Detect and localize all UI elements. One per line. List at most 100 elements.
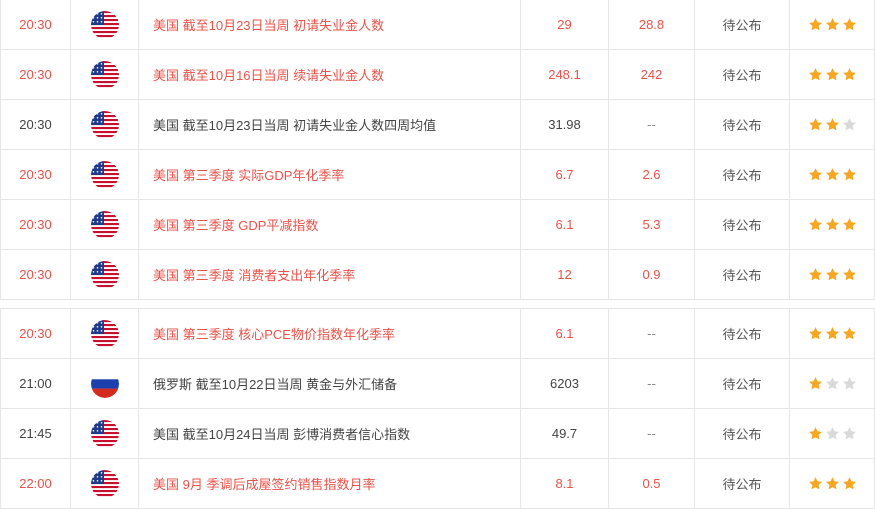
table-row[interactable]: 20:30 美国 截至10月16日当周 续请失业金人数 248.1 242 待公… [1,50,874,100]
importance-cell [790,0,874,49]
event-title[interactable]: 美国 截至10月23日当周 初请失业金人数 [153,15,384,34]
importance-stars [808,476,857,491]
forecast-cell: 待公布 [695,200,790,249]
forecast-cell: 待公布 [695,359,790,408]
flag-cell [71,0,139,49]
us-flag-icon [90,160,119,189]
star-empty-icon [825,427,839,440]
time-cell: 20:30 [1,150,71,199]
calendar-table-top: 20:30 美国 截至10月23日当周 初请失业金人数 29 28.8 待公布 … [0,0,875,300]
table-row[interactable]: 20:30 美国 截至10月23日当周 初请失业金人数四周均值 31.98 --… [1,100,874,150]
star-empty-icon [825,377,839,390]
star-filled-icon [808,218,822,231]
event-title[interactable]: 美国 第三季度 GDP平减指数 [153,215,318,234]
time-cell: 20:30 [1,309,71,358]
forecast-value: 待公布 [722,68,762,83]
table-row[interactable]: 20:30 美国 截至10月23日当周 初请失业金人数 29 28.8 待公布 [1,0,874,50]
importance-stars [808,217,857,232]
table-row[interactable]: 20:30 美国 第三季度 消费者支出年化季率 12 0.9 待公布 [1,250,874,300]
event-time: 20:30 [19,167,52,182]
event-cell[interactable]: 俄罗斯 截至10月22日当周 黄金与外汇储备 [139,359,521,408]
event-title[interactable]: 俄罗斯 截至10月22日当周 黄金与外汇储备 [153,374,397,393]
event-cell[interactable]: 美国 9月 季调后成屋签约销售指数月率 [139,459,521,508]
table-row[interactable]: 20:30 美国 第三季度 核心PCE物价指数年化季率 6.1 -- 待公布 [1,309,874,359]
actual-cell: 49.7 [521,409,609,458]
star-filled-icon [808,168,822,181]
previous-cell: 2.6 [609,150,695,199]
actual-cell: 6.1 [521,309,609,358]
previous-value: -- [647,426,656,441]
table-row[interactable]: 20:30 美国 第三季度 GDP平减指数 6.1 5.3 待公布 [1,200,874,250]
event-title[interactable]: 美国 第三季度 核心PCE物价指数年化季率 [153,324,395,343]
importance-cell [790,250,874,299]
flag-cell [71,409,139,458]
actual-value: 6.1 [555,217,574,232]
flag-cell [71,150,139,199]
us-flag-icon [90,60,119,89]
flag-cell [71,50,139,99]
event-cell[interactable]: 美国 截至10月23日当周 初请失业金人数四周均值 [139,100,521,149]
flag-cell [71,250,139,299]
actual-cell: 8.1 [521,459,609,508]
us-flag-icon [90,110,119,139]
event-cell[interactable]: 美国 第三季度 GDP平减指数 [139,200,521,249]
star-filled-icon [808,18,822,31]
table-row[interactable]: 21:00 俄罗斯 截至10月22日当周 黄金与外汇储备 6203 -- 待公布 [1,359,874,409]
forecast-value: 待公布 [722,18,762,33]
table-row[interactable]: 20:30 美国 第三季度 实际GDP年化季率 6.7 2.6 待公布 [1,150,874,200]
actual-value: 6.7 [555,167,574,182]
star-filled-icon [842,477,856,490]
flag-cell [71,359,139,408]
star-filled-icon [808,68,822,81]
forecast-cell: 待公布 [695,250,790,299]
previous-cell: 242 [609,50,695,99]
event-title[interactable]: 美国 截至10月23日当周 初请失业金人数四周均值 [153,115,436,134]
star-filled-icon [842,268,856,281]
forecast-cell: 待公布 [695,0,790,49]
forecast-value: 待公布 [722,118,762,133]
previous-cell: -- [609,309,695,358]
us-flag-icon [90,469,119,498]
star-filled-icon [825,168,839,181]
previous-cell: 0.9 [609,250,695,299]
importance-cell [790,50,874,99]
actual-value: 6203 [550,376,579,391]
time-cell: 20:30 [1,0,71,49]
forecast-cell: 待公布 [695,150,790,199]
star-filled-icon [842,68,856,81]
event-cell[interactable]: 美国 第三季度 核心PCE物价指数年化季率 [139,309,521,358]
importance-cell [790,309,874,358]
actual-cell: 248.1 [521,50,609,99]
event-cell[interactable]: 美国 截至10月24日当周 彭博消费者信心指数 [139,409,521,458]
table-row[interactable]: 21:45 美国 截至10月24日当周 彭博消费者信心指数 49.7 -- 待公… [1,409,874,459]
table-row[interactable]: 22:00 美国 9月 季调后成屋签约销售指数月率 8.1 0.5 待公布 [1,459,874,509]
forecast-value: 待公布 [722,218,762,233]
forecast-cell: 待公布 [695,100,790,149]
event-time: 21:00 [19,376,52,391]
star-filled-icon [825,18,839,31]
event-time: 20:30 [19,117,52,132]
event-title[interactable]: 美国 截至10月24日当周 彭博消费者信心指数 [153,424,410,443]
forecast-value: 待公布 [722,168,762,183]
importance-cell [790,150,874,199]
event-cell[interactable]: 美国 截至10月23日当周 初请失业金人数 [139,0,521,49]
russia-flag-icon [90,369,119,398]
actual-cell: 6203 [521,359,609,408]
importance-stars [808,326,857,341]
star-empty-icon [842,377,856,390]
actual-cell: 29 [521,0,609,49]
actual-value: 12 [557,267,572,282]
event-title[interactable]: 美国 截至10月16日当周 续请失业金人数 [153,65,384,84]
event-title[interactable]: 美国 第三季度 实际GDP年化季率 [153,165,344,184]
event-cell[interactable]: 美国 截至10月16日当周 续请失业金人数 [139,50,521,99]
star-filled-icon [808,118,822,131]
actual-value: 8.1 [555,476,574,491]
time-cell: 20:30 [1,200,71,249]
star-empty-icon [842,118,856,131]
event-cell[interactable]: 美国 第三季度 消费者支出年化季率 [139,250,521,299]
us-flag-icon [90,10,119,39]
event-cell[interactable]: 美国 第三季度 实际GDP年化季率 [139,150,521,199]
actual-cell: 31.98 [521,100,609,149]
event-title[interactable]: 美国 第三季度 消费者支出年化季率 [153,265,355,284]
event-title[interactable]: 美国 9月 季调后成屋签约销售指数月率 [153,474,375,493]
